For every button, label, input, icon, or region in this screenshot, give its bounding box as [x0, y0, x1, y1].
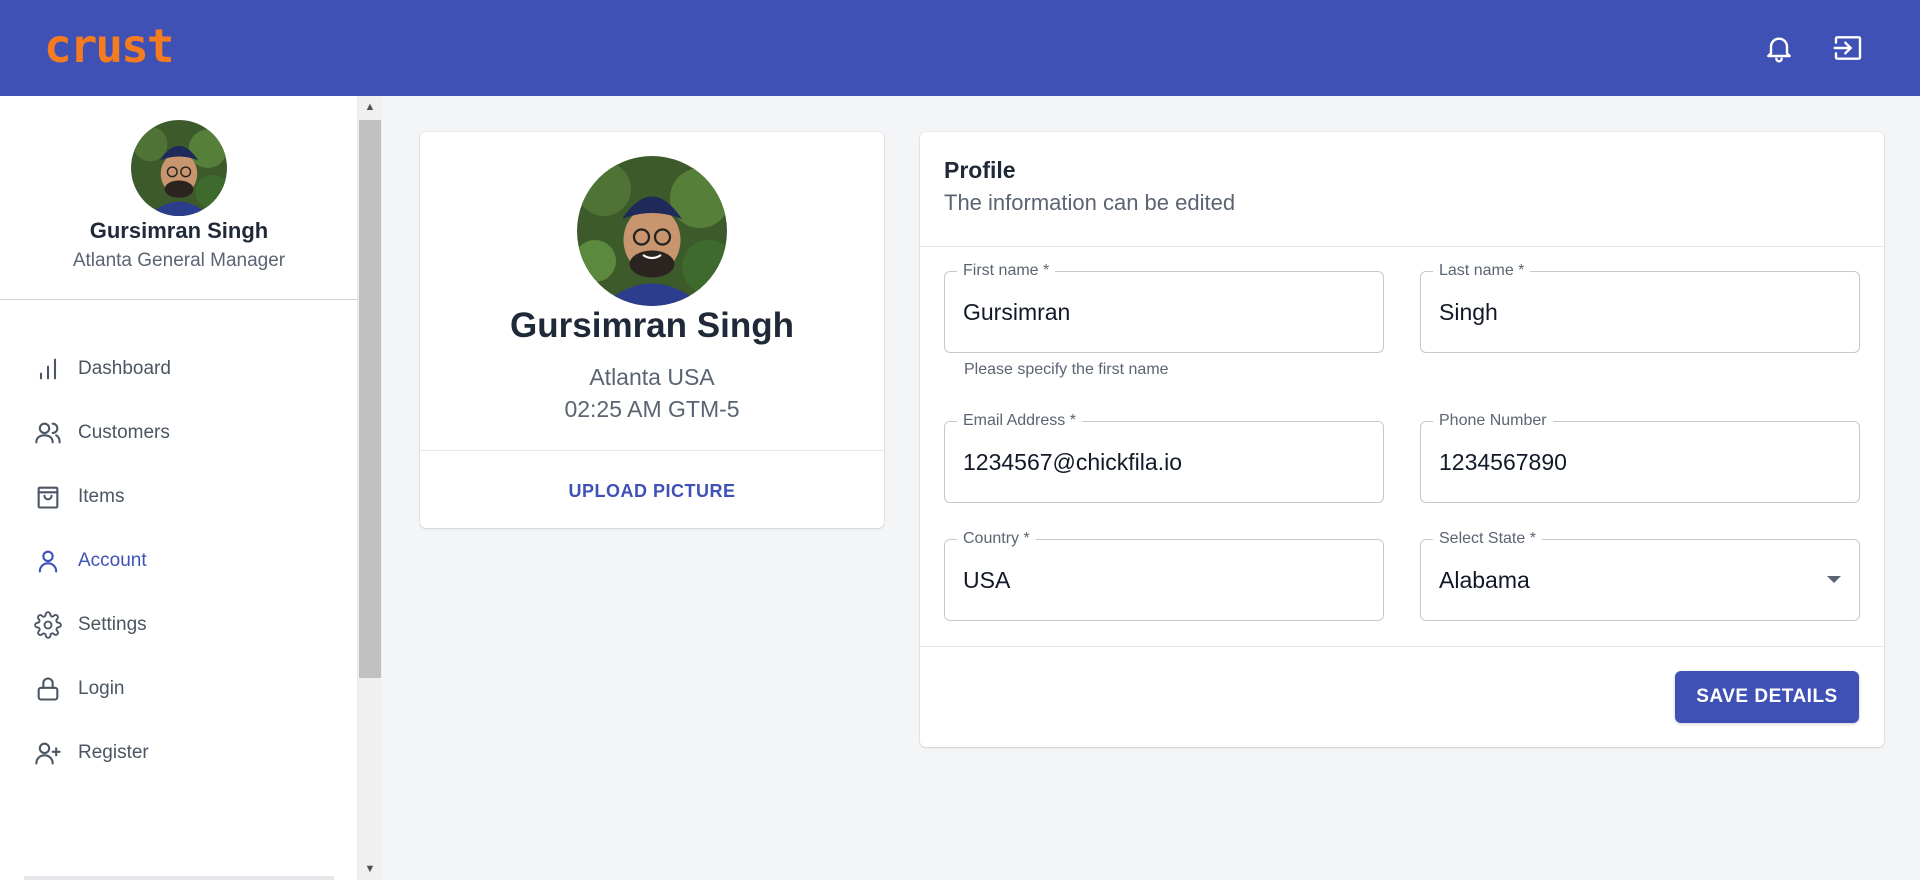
- user-icon: [24, 545, 74, 577]
- top-app-bar: crust: [0, 0, 1920, 96]
- sidebar-item-label: Dashboard: [78, 358, 171, 379]
- state-select[interactable]: Select State * Alabama: [1420, 529, 1860, 621]
- sidebar-item-account[interactable]: Account: [24, 537, 334, 585]
- profile-local-time: 02:25 AM GTM-5: [564, 396, 740, 422]
- form-footer-divider: [920, 646, 1884, 647]
- sidebar-item-login[interactable]: Login: [24, 665, 334, 713]
- phone-input[interactable]: [1439, 422, 1839, 502]
- scroll-up-arrow-icon[interactable]: ▲: [358, 96, 382, 118]
- sidebar-item-label: Login: [78, 678, 125, 699]
- bar-chart-icon: [24, 353, 74, 385]
- avatar[interactable]: [131, 120, 227, 216]
- sidebar-item-register[interactable]: Register: [24, 729, 334, 777]
- sidebar-item-dashboard[interactable]: Dashboard: [24, 345, 334, 393]
- sidebar-user-role: Atlanta General Manager: [72, 250, 286, 271]
- sidebar-item-label: Settings: [78, 614, 147, 635]
- email-input[interactable]: [963, 422, 1363, 502]
- form-header-divider: [920, 246, 1884, 247]
- app-logo[interactable]: crust: [44, 20, 174, 72]
- sidebar-item-label: Customers: [78, 422, 170, 443]
- form-subtitle: The information can be edited: [944, 190, 1236, 215]
- sidebar-user-name: Gursimran Singh: [89, 218, 269, 243]
- profile-form-card: Profile The information can be edited Fi…: [920, 132, 1884, 747]
- upload-picture-button[interactable]: UPLOAD PICTURE: [560, 469, 744, 513]
- save-details-button[interactable]: SAVE DETAILS: [1675, 671, 1859, 723]
- last-name-input[interactable]: [1439, 272, 1839, 352]
- sidebar-bottom-divider: [24, 876, 334, 880]
- users-icon: [24, 417, 74, 449]
- state-selected-value[interactable]: Alabama: [1439, 540, 1839, 620]
- user-add-icon: [24, 737, 74, 769]
- country-input[interactable]: [963, 540, 1363, 620]
- sidebar: Gursimran Singh Atlanta General Manager …: [0, 96, 358, 880]
- first-name-helper-text: Please specify the first name: [964, 361, 1169, 378]
- sidebar-item-settings[interactable]: Settings: [24, 601, 334, 649]
- sidebar-item-label: Items: [78, 486, 125, 507]
- sidebar-scrollbar[interactable]: ▲ ▼: [358, 96, 382, 880]
- scrollbar-thumb[interactable]: [359, 120, 381, 678]
- last-name-field[interactable]: Last name *: [1420, 261, 1860, 353]
- email-field[interactable]: Email Address *: [944, 411, 1384, 503]
- form-title: Profile: [944, 157, 1016, 183]
- dropdown-arrow-icon[interactable]: [1827, 576, 1841, 583]
- logout-icon[interactable]: [1830, 30, 1866, 66]
- sidebar-item-label: Account: [78, 550, 147, 571]
- sidebar-divider: [0, 299, 358, 300]
- sidebar-item-customers[interactable]: Customers: [24, 409, 334, 457]
- profile-avatar: [577, 156, 727, 306]
- profile-summary-card: Gursimran Singh Atlanta USA 02:25 AM GTM…: [420, 132, 884, 528]
- scroll-down-arrow-icon[interactable]: ▼: [358, 858, 382, 880]
- card-divider: [420, 450, 884, 451]
- shopping-bag-icon: [24, 481, 74, 513]
- bell-icon[interactable]: [1761, 30, 1797, 66]
- sidebar-item-items[interactable]: Items: [24, 473, 334, 521]
- profile-name: Gursimran Singh: [510, 306, 794, 345]
- phone-field[interactable]: Phone Number: [1420, 411, 1860, 503]
- gear-icon: [24, 609, 74, 641]
- country-field[interactable]: Country *: [944, 529, 1384, 621]
- first-name-input[interactable]: [963, 272, 1363, 352]
- lock-icon: [24, 673, 74, 705]
- first-name-field[interactable]: First name *: [944, 261, 1384, 353]
- sidebar-item-label: Register: [78, 742, 149, 763]
- profile-location: Atlanta USA: [589, 364, 715, 390]
